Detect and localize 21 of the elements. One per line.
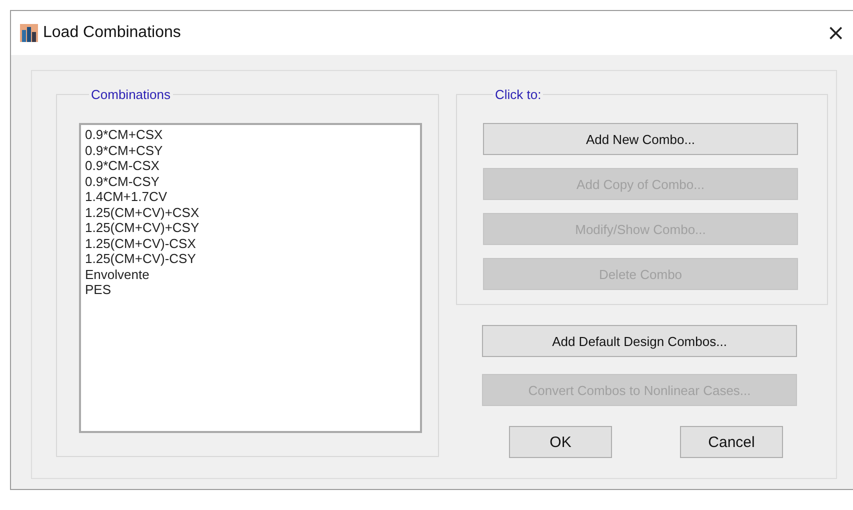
window-title: Load Combinations (43, 24, 182, 42)
dialog-button[interactable]: OK (509, 426, 612, 458)
list-item[interactable]: 1.4CM+1.7CV (85, 189, 416, 204)
group-label: Combinations (90, 87, 172, 102)
combo-button[interactable]: Add New Combo... (483, 123, 798, 155)
list-item[interactable]: PES (85, 282, 416, 298)
close-button[interactable]: × (822, 20, 849, 46)
list-item[interactable]: Envolvente (85, 266, 416, 282)
list-item[interactable]: 1.25(CM+CV)-CSX (85, 236, 416, 251)
list-item[interactable]: 0.9*CM-CSY (85, 174, 416, 189)
combinations-list[interactable]: 0.9*CM+CSX 0.9*CM+CSY 0.9*CM-CSX 0.9*CM-CSY 1.4CM+1.7CV 1.25(CM+CV)+CSX 1.25(CM+CV)+CSY 1.25(CM+CV)-CSX 1.25(CM+CV)-CSY Envolvente PES (79, 123, 422, 433)
group-label: Click to: (494, 87, 542, 102)
buildings-icon (20, 24, 38, 42)
list-item[interactable]: 1.25(CM+CV)+CSY (85, 220, 416, 236)
combo-button[interactable]: Add Default Design Combos... (482, 325, 797, 357)
list-item[interactable]: 0.9*CM+CSY (85, 142, 416, 158)
list-item[interactable]: 1.25(CM+CV)+CSX (85, 204, 416, 220)
list-item[interactable]: 0.9*CM-CSX (85, 158, 416, 174)
dialog-button[interactable]: Cancel (680, 426, 783, 458)
list-item[interactable]: 0.9*CM+CSX (85, 127, 416, 142)
list-item[interactable]: 1.25(CM+CV)-CSY (85, 251, 416, 266)
